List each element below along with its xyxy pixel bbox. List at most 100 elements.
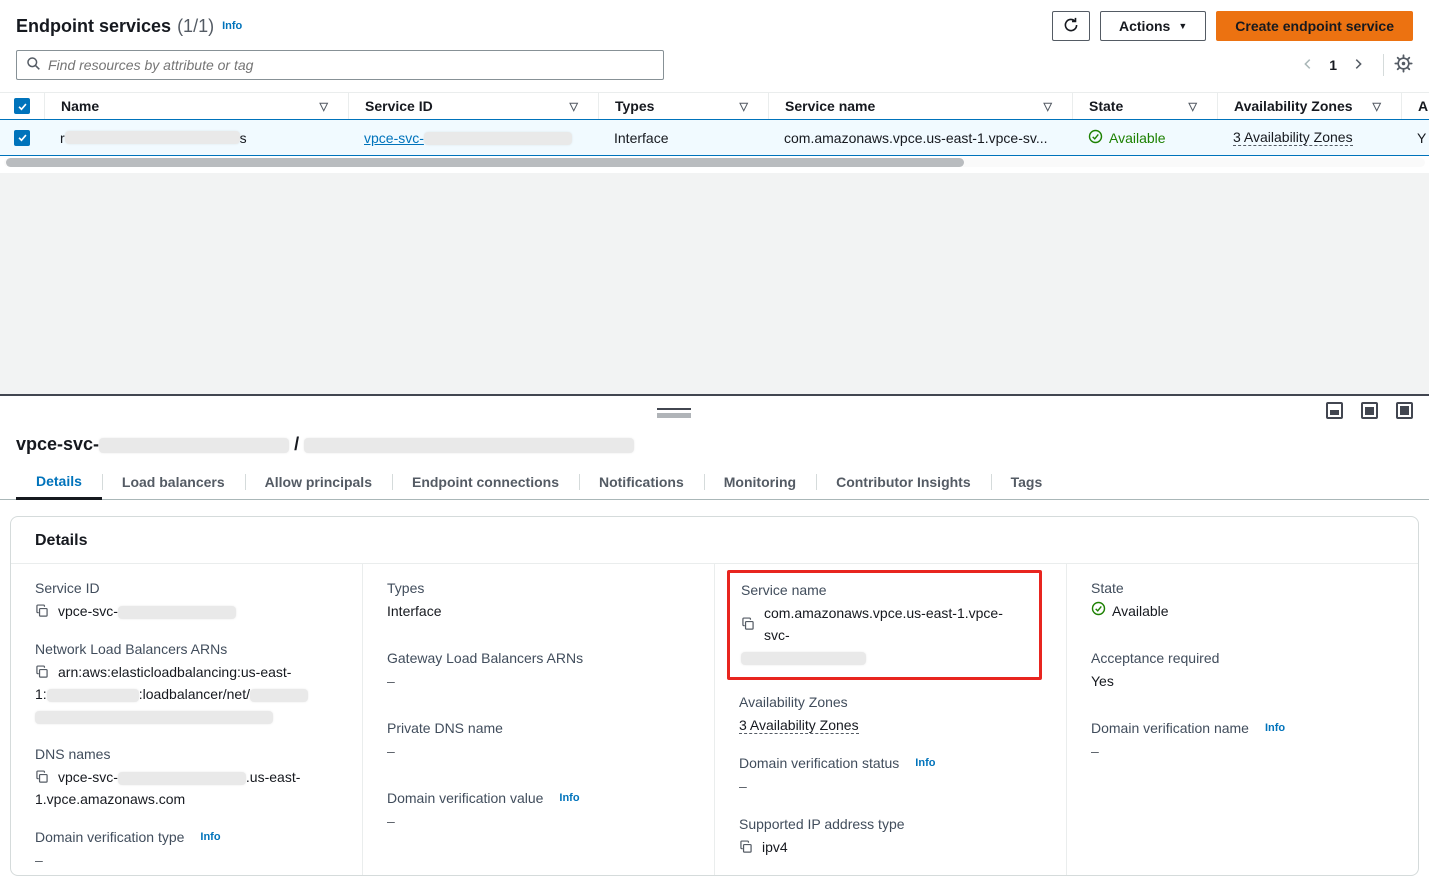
- column-header-service-id[interactable]: Service ID ▽: [348, 92, 598, 119]
- field-supported-ip-type: Supported IP address type ipv4: [739, 814, 1042, 858]
- create-button-label: Create endpoint service: [1235, 18, 1394, 34]
- page-info-link[interactable]: Info: [222, 20, 242, 32]
- panel-controls: [0, 396, 1429, 428]
- panel-size-medium-icon[interactable]: [1361, 402, 1378, 419]
- info-link[interactable]: Info: [915, 753, 935, 773]
- pagination: 1: [1293, 53, 1413, 78]
- tab-load-balancers[interactable]: Load balancers: [102, 465, 245, 499]
- actions-button-label: Actions: [1119, 18, 1170, 34]
- empty-table-background: [0, 173, 1429, 394]
- previous-page-button[interactable]: [1293, 53, 1323, 78]
- field-types: Types Interface: [387, 578, 690, 622]
- filter-icon[interactable]: ▽: [740, 100, 752, 113]
- service-id-link[interactable]: vpce-svc-: [364, 130, 572, 146]
- cell-service-name: com.amazonaws.vpce.us-east-1.vpce-sv...: [768, 120, 1072, 155]
- actions-button[interactable]: Actions ▼: [1100, 11, 1206, 41]
- redacted-text: [99, 438, 289, 453]
- select-all-checkbox[interactable]: [14, 98, 30, 114]
- detail-split-panel: vpce-svc- / Details Load balancers Allow…: [0, 394, 1429, 886]
- column-header-availability-zones[interactable]: Availability Zones ▽: [1217, 92, 1401, 119]
- panel-size-small-icon[interactable]: [1326, 402, 1343, 419]
- cell-acceptance: Y: [1401, 120, 1429, 155]
- field-domain-verification-name: Domain verification name Info –: [1091, 718, 1394, 762]
- copy-icon[interactable]: [739, 840, 753, 854]
- scrollbar-thumb[interactable]: [6, 158, 964, 167]
- info-link[interactable]: Info: [559, 788, 579, 808]
- next-page-button[interactable]: [1343, 53, 1373, 78]
- panel-drag-handle[interactable]: [657, 408, 691, 418]
- cell-availability-zones: 3 Availability Zones: [1217, 120, 1401, 155]
- chevron-left-icon: [1301, 57, 1315, 74]
- availability-zones-link[interactable]: 3 Availability Zones: [1233, 129, 1353, 146]
- details-column-4: State Available Acceptance required Yes: [1067, 564, 1418, 876]
- details-columns: Service ID vpce-svc- Network Load Balanc…: [11, 564, 1418, 876]
- column-header-state[interactable]: State ▽: [1072, 92, 1217, 119]
- copy-icon[interactable]: [35, 604, 49, 618]
- column-header-acceptance[interactable]: A: [1401, 92, 1429, 119]
- tab-contributor-insights[interactable]: Contributor Insights: [816, 465, 991, 499]
- table-header-row: Name ▽ Service ID ▽ Types ▽ Service name…: [0, 92, 1429, 119]
- details-card-heading: Details: [11, 517, 1418, 564]
- field-domain-verification-value: Domain verification value Info –: [387, 788, 690, 832]
- panel-size-large-icon[interactable]: [1396, 402, 1413, 419]
- tab-monitoring[interactable]: Monitoring: [704, 465, 816, 499]
- redacted-text: [741, 652, 866, 665]
- field-domain-verification-type: Domain verification type Info –: [35, 827, 338, 871]
- copy-icon[interactable]: [741, 617, 755, 631]
- copy-icon[interactable]: [35, 770, 49, 784]
- redacted-text: [118, 772, 246, 785]
- tab-details[interactable]: Details: [16, 465, 102, 500]
- endpoint-services-table: Name ▽ Service ID ▽ Types ▽ Service name…: [0, 92, 1429, 156]
- field-nlb-arns: Network Load Balancers ARNs arn:aws:elas…: [35, 639, 338, 727]
- resource-count: (1/1): [177, 16, 214, 37]
- filter-icon[interactable]: ▽: [1044, 100, 1056, 113]
- table-row[interactable]: r s vpce-svc- Interface com.amazonaws.vp…: [0, 119, 1429, 156]
- filter-icon[interactable]: ▽: [1373, 100, 1385, 113]
- tab-endpoint-connections[interactable]: Endpoint connections: [392, 465, 579, 499]
- row-checkbox[interactable]: [14, 130, 30, 146]
- redacted-text: [118, 606, 236, 619]
- search-input[interactable]: [48, 57, 654, 73]
- details-card: Details Service ID vpce-svc-: [10, 516, 1419, 876]
- panel-tabs: Details Load balancers Allow principals …: [0, 465, 1429, 500]
- redacted-text: [250, 689, 308, 702]
- column-header-types[interactable]: Types ▽: [598, 92, 768, 119]
- column-header-service-name[interactable]: Service name ▽: [768, 92, 1072, 119]
- info-link[interactable]: Info: [200, 827, 220, 847]
- current-page-number[interactable]: 1: [1323, 57, 1343, 73]
- details-column-2: Types Interface Gateway Load Balancers A…: [363, 564, 715, 876]
- header-actions: Actions ▼ Create endpoint service: [1052, 11, 1413, 41]
- filter-icon[interactable]: ▽: [320, 100, 332, 113]
- check-circle-icon: [1091, 600, 1106, 622]
- field-availability-zones: Availability Zones 3 Availability Zones: [739, 692, 1042, 736]
- endpoint-services-section: Endpoint services (1/1) Info Actions ▼ C…: [0, 0, 1429, 173]
- availability-zones-link[interactable]: 3 Availability Zones: [739, 717, 859, 734]
- redacted-text: [35, 711, 273, 724]
- horizontal-scrollbar[interactable]: [4, 158, 1425, 167]
- search-box: [16, 50, 664, 80]
- divider: [1383, 54, 1384, 76]
- tab-tags[interactable]: Tags: [991, 465, 1063, 499]
- redacted-text: [47, 689, 139, 702]
- filter-icon[interactable]: ▽: [1189, 100, 1201, 113]
- refresh-icon: [1063, 17, 1079, 36]
- cell-state: Available: [1072, 120, 1217, 155]
- service-name-highlight-box: Service name com.amazonaws.vpce.us-east-…: [727, 570, 1042, 680]
- field-domain-verification-status: Domain verification status Info –: [739, 753, 1042, 797]
- refresh-button[interactable]: [1052, 11, 1090, 41]
- tab-notifications[interactable]: Notifications: [579, 465, 704, 499]
- cell-service-id: vpce-svc-: [348, 120, 598, 155]
- search-icon: [26, 56, 41, 74]
- info-link[interactable]: Info: [1265, 718, 1285, 738]
- settings-button[interactable]: [1394, 54, 1413, 76]
- redacted-text: [424, 132, 572, 145]
- create-endpoint-service-button[interactable]: Create endpoint service: [1216, 11, 1413, 41]
- column-header-name[interactable]: Name ▽: [44, 92, 348, 119]
- page-title: Endpoint services: [16, 16, 171, 37]
- filter-icon[interactable]: ▽: [570, 100, 582, 113]
- tab-allow-principals[interactable]: Allow principals: [245, 465, 392, 499]
- cell-name: r s: [44, 120, 348, 155]
- aws-console-page: Endpoint services (1/1) Info Actions ▼ C…: [0, 0, 1429, 886]
- copy-icon[interactable]: [35, 665, 49, 679]
- field-acceptance-required: Acceptance required Yes: [1091, 648, 1394, 692]
